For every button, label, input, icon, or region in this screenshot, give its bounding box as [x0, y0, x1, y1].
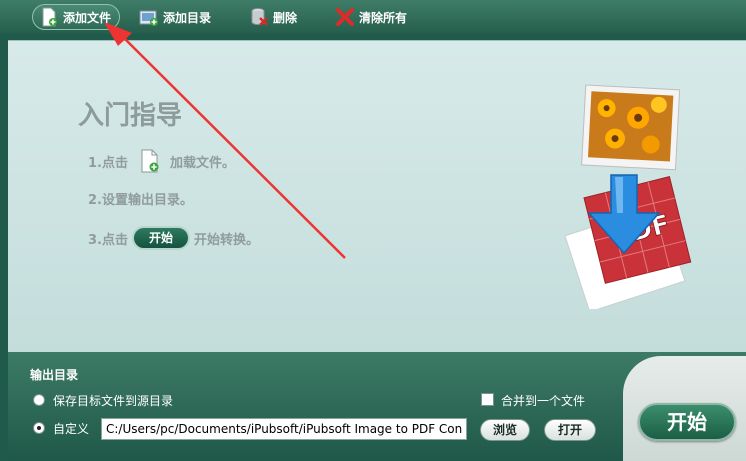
custom-radio[interactable] — [33, 422, 45, 434]
add-file-button[interactable]: 添加文件 — [32, 4, 121, 30]
add-folder-icon — [139, 7, 159, 27]
delete-button[interactable]: 删除 — [242, 4, 306, 30]
output-dir-title: 输出目录 — [30, 368, 79, 382]
start-pill-illustration: 开始 — [131, 226, 190, 250]
start-button[interactable]: 开始 — [638, 403, 736, 441]
clear-all-icon — [335, 7, 355, 27]
clear-all-label: 清除所有 — [359, 10, 408, 25]
add-file-label: 添加文件 — [63, 10, 112, 25]
guide-title: 入门指导 — [78, 101, 183, 131]
guide-step-2: 2.设置输出目录。 — [88, 193, 193, 208]
custom-label: 自定义 — [53, 422, 90, 436]
save-to-source-label: 保存目标文件到源目录 — [53, 394, 174, 408]
browse-button[interactable]: 浏览 — [480, 419, 530, 441]
guide-step-3: 3.点击 开始 开始转换。 — [88, 226, 259, 250]
guide-panel: 入门指导 1.点击 加载文件。 2.设置输出目录。 3.点击 开始 开始转换。 — [8, 40, 746, 352]
open-button[interactable]: 打开 — [544, 419, 596, 441]
step3-prefix: 3.点击 — [88, 232, 128, 248]
output-path-field[interactable] — [101, 418, 467, 440]
delete-label: 删除 — [273, 10, 298, 25]
delete-icon — [249, 7, 269, 27]
add-file-icon — [140, 149, 160, 173]
guide-step-1: 1.点击 加载文件。 — [88, 149, 235, 173]
add-folder-button[interactable]: 添加目录 — [132, 4, 220, 30]
step1-prefix: 1.点击 — [88, 155, 128, 171]
add-folder-label: 添加目录 — [163, 10, 212, 25]
image-to-pdf-illustration: PDF — [553, 79, 693, 313]
merge-checkbox[interactable] — [481, 393, 494, 406]
add-file-icon — [39, 7, 59, 27]
clear-all-button[interactable]: 清除所有 — [328, 4, 416, 30]
toolbar: 添加文件 添加目录 删除 清除所有 — [0, 0, 746, 34]
merge-label: 合并到一个文件 — [501, 394, 586, 408]
step3-suffix: 开始转换。 — [193, 232, 259, 248]
save-to-source-radio[interactable] — [33, 394, 45, 406]
step1-suffix: 加载文件。 — [169, 155, 235, 171]
